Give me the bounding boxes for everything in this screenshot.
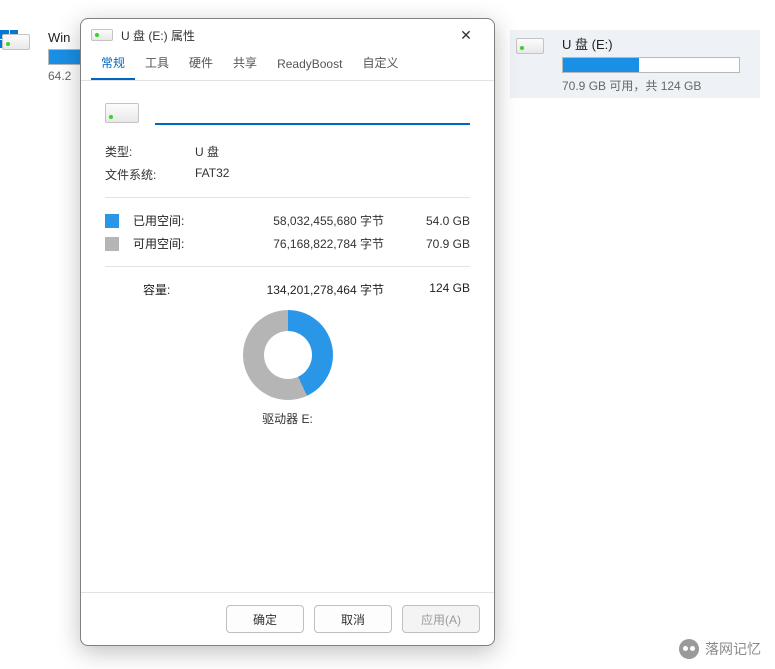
used-hr: 54.0 GB <box>400 214 470 228</box>
free-bytes: 76,168,822,784 字节 <box>250 235 390 252</box>
capacity-row: 容量: 134,201,278,464 字节 124 GB <box>105 281 470 298</box>
properties-dialog: U 盘 (E:) 属性 ✕ 常规 工具 硬件 共享 ReadyBoost 自定义… <box>80 18 495 646</box>
filesystem-label: 文件系统: <box>105 166 177 183</box>
divider <box>105 266 470 267</box>
type-value: U 盘 <box>195 143 219 160</box>
drive-usage-text: 70.9 GB 可用，共 124 GB <box>562 77 740 94</box>
watermark: 落网记忆 <box>679 639 761 659</box>
capacity-label: 容量: <box>143 281 240 298</box>
free-label: 可用空间: <box>133 235 240 252</box>
drive-icon <box>2 34 30 50</box>
drive-icon <box>516 38 544 54</box>
tab-strip: 常规 工具 硬件 共享 ReadyBoost 自定义 <box>81 51 494 81</box>
tab-readyboost[interactable]: ReadyBoost <box>267 51 352 80</box>
free-hr: 70.9 GB <box>400 237 470 251</box>
volume-label-input[interactable] <box>155 101 470 125</box>
ok-button[interactable]: 确定 <box>226 605 304 633</box>
type-label: 类型: <box>105 143 177 160</box>
free-space-row: 可用空间: 76,168,822,784 字节 70.9 GB <box>105 235 470 252</box>
used-space-row: 已用空间: 58,032,455,680 字节 54.0 GB <box>105 212 470 229</box>
tab-hardware[interactable]: 硬件 <box>179 48 223 80</box>
titlebar[interactable]: U 盘 (E:) 属性 ✕ <box>81 19 494 51</box>
used-label: 已用空间: <box>133 212 240 229</box>
tab-sharing[interactable]: 共享 <box>223 48 267 80</box>
drive-icon <box>105 103 139 123</box>
drive-tile-usb[interactable]: U 盘 (E:) 70.9 GB 可用，共 124 GB <box>510 30 760 98</box>
free-swatch-icon <box>105 237 119 251</box>
used-bytes: 58,032,455,680 字节 <box>250 212 390 229</box>
donut-label: 驱动器 E: <box>105 410 470 427</box>
tab-general[interactable]: 常规 <box>91 48 135 80</box>
wechat-icon <box>679 639 699 659</box>
cancel-button[interactable]: 取消 <box>314 605 392 633</box>
usage-donut-chart <box>243 310 333 400</box>
dialog-title: U 盘 (E:) 属性 <box>121 27 440 44</box>
used-swatch-icon <box>105 214 119 228</box>
dialog-footer: 确定 取消 应用(A) <box>81 592 494 645</box>
tab-custom[interactable]: 自定义 <box>352 48 408 80</box>
capacity-hr: 124 GB <box>400 281 470 298</box>
watermark-text: 落网记忆 <box>705 639 761 659</box>
drive-name: U 盘 (E:) <box>562 34 740 53</box>
drive-icon <box>91 29 113 41</box>
capacity-bytes: 134,201,278,464 字节 <box>250 281 390 298</box>
tab-tools[interactable]: 工具 <box>135 48 179 80</box>
divider <box>105 197 470 198</box>
usage-bar <box>562 57 740 73</box>
apply-button[interactable]: 应用(A) <box>402 605 480 633</box>
close-button[interactable]: ✕ <box>448 23 484 47</box>
filesystem-value: FAT32 <box>195 166 229 183</box>
tab-content-general: 类型: U 盘 文件系统: FAT32 已用空间: 58,032,455,680… <box>81 81 494 592</box>
